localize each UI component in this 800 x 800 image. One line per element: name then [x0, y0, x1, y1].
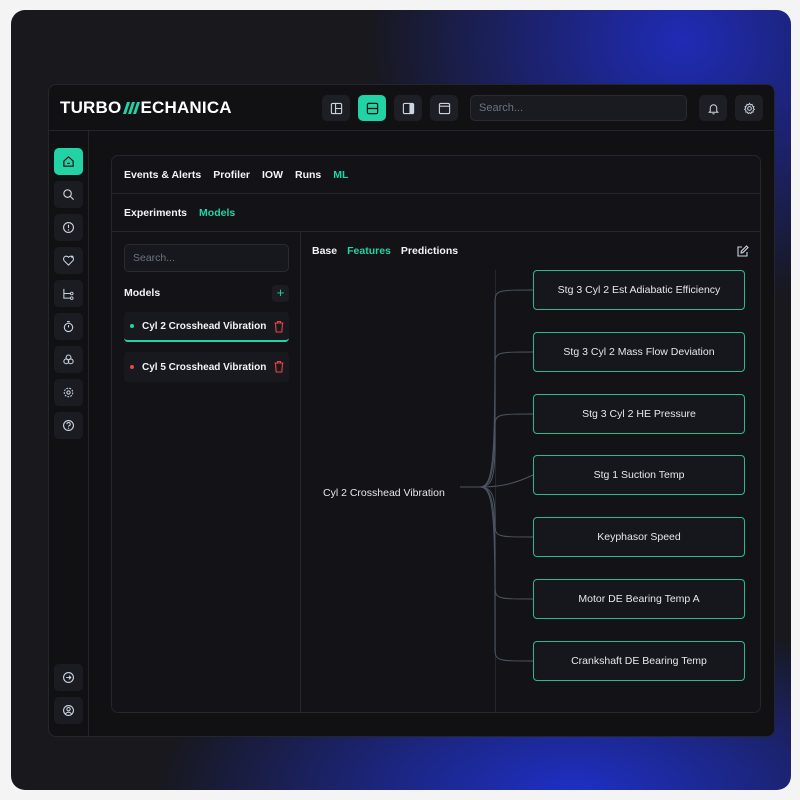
circles-icon — [63, 354, 74, 365]
cog-icon — [63, 387, 74, 398]
nav-settings[interactable] — [54, 379, 83, 406]
flow-icon — [63, 288, 74, 300]
tab-iow[interactable]: IOW — [262, 169, 283, 181]
layout-rows-icon — [366, 102, 378, 114]
add-model-button[interactable]: + — [272, 285, 289, 302]
brand-logo[interactable]: TURBO ECHANICA — [60, 98, 232, 118]
feature-node[interactable]: Keyphasor Speed — [533, 517, 745, 557]
nav-profile[interactable] — [54, 697, 83, 724]
layout-grid-icon — [330, 102, 342, 114]
model-name: Cyl 2 Crosshead Vibration — [142, 320, 267, 332]
nav-flows[interactable] — [54, 280, 83, 307]
models-list-panel: Models + Cyl 2 Crosshead Vibration Cyl 5… — [112, 232, 301, 712]
brand-name-right: ECHANICA — [140, 98, 232, 117]
global-search-input[interactable] — [470, 95, 687, 121]
tab-experiments[interactable]: Experiments — [124, 207, 187, 219]
nav-help[interactable] — [54, 412, 83, 439]
gear-icon — [743, 102, 755, 114]
ml-panel: Events & Alerts Profiler IOW Runs ML Exp… — [111, 155, 761, 713]
notifications-button[interactable] — [699, 95, 727, 121]
layout-window-button[interactable] — [430, 95, 458, 121]
models-search-input[interactable] — [124, 244, 289, 272]
tab-events-alerts[interactable]: Events & Alerts — [124, 169, 201, 181]
layout-window-icon — [438, 102, 450, 114]
nav-logout[interactable] — [54, 664, 83, 691]
settings-button[interactable] — [735, 95, 763, 121]
background-frame: TURBO ECHANICA Search... Events & Alerts… — [11, 10, 791, 790]
layout-split-button[interactable] — [322, 95, 350, 121]
alert-circle-icon — [63, 222, 74, 233]
trash-icon[interactable] — [273, 360, 285, 373]
exit-icon — [63, 672, 74, 683]
help-icon — [63, 420, 74, 431]
brand-name-left: TURBO — [60, 98, 122, 117]
model-detail-panel: Base Features Predictions Cyl 2 Crosshea… — [302, 232, 760, 712]
home-icon — [63, 156, 74, 167]
nav-timer[interactable] — [54, 313, 83, 340]
models-heading: Models — [124, 287, 161, 299]
feature-node[interactable]: Stg 1 Suction Temp — [533, 455, 745, 495]
feature-node[interactable]: Stg 3 Cyl 2 Mass Flow Deviation — [533, 332, 745, 372]
trash-icon[interactable] — [273, 320, 285, 333]
tab-ml[interactable]: ML — [333, 169, 348, 181]
status-dot-icon — [130, 324, 134, 328]
tree-root-node[interactable]: Cyl 2 Crosshead Vibration — [323, 487, 445, 499]
feature-node[interactable]: Motor DE Bearing Temp A — [533, 579, 745, 619]
user-icon — [63, 705, 74, 716]
nav-search[interactable] — [54, 181, 83, 208]
brand-mark-icon — [123, 102, 141, 114]
main-tabs: Events & Alerts Profiler IOW Runs ML — [112, 156, 760, 194]
tab-runs[interactable]: Runs — [295, 169, 321, 181]
app-window: TURBO ECHANICA Search... Events & Alerts… — [48, 84, 775, 737]
feature-node[interactable]: Stg 3 Cyl 2 Est Adiabatic Efficiency — [533, 270, 745, 310]
heart-monitor-icon — [63, 255, 74, 266]
bell-icon — [707, 103, 719, 114]
layout-sidebar-icon — [402, 102, 414, 114]
feature-node[interactable]: Stg 3 Cyl 2 HE Pressure — [533, 394, 745, 434]
tab-models[interactable]: Models — [199, 207, 235, 219]
layout-sidepanel-button[interactable] — [394, 95, 422, 121]
tab-profiler[interactable]: Profiler — [213, 169, 250, 181]
stopwatch-icon — [63, 321, 74, 333]
model-list-item[interactable]: Cyl 5 Crosshead Vibration — [124, 352, 289, 382]
top-bar: TURBO ECHANICA — [49, 85, 774, 131]
model-list-item[interactable]: Cyl 2 Crosshead Vibration — [124, 312, 289, 342]
model-name: Cyl 5 Crosshead Vibration — [142, 361, 267, 373]
left-nav-rail — [49, 131, 89, 736]
nav-alerts[interactable] — [54, 214, 83, 241]
feature-node[interactable]: Crankshaft DE Bearing Temp — [533, 641, 745, 681]
layout-rows-button[interactable] — [358, 95, 386, 121]
status-dot-icon — [130, 365, 134, 369]
sub-tabs: Experiments Models — [112, 194, 760, 232]
nav-groups[interactable] — [54, 346, 83, 373]
nav-home[interactable] — [54, 148, 83, 175]
nav-health[interactable] — [54, 247, 83, 274]
search-icon — [63, 189, 75, 201]
